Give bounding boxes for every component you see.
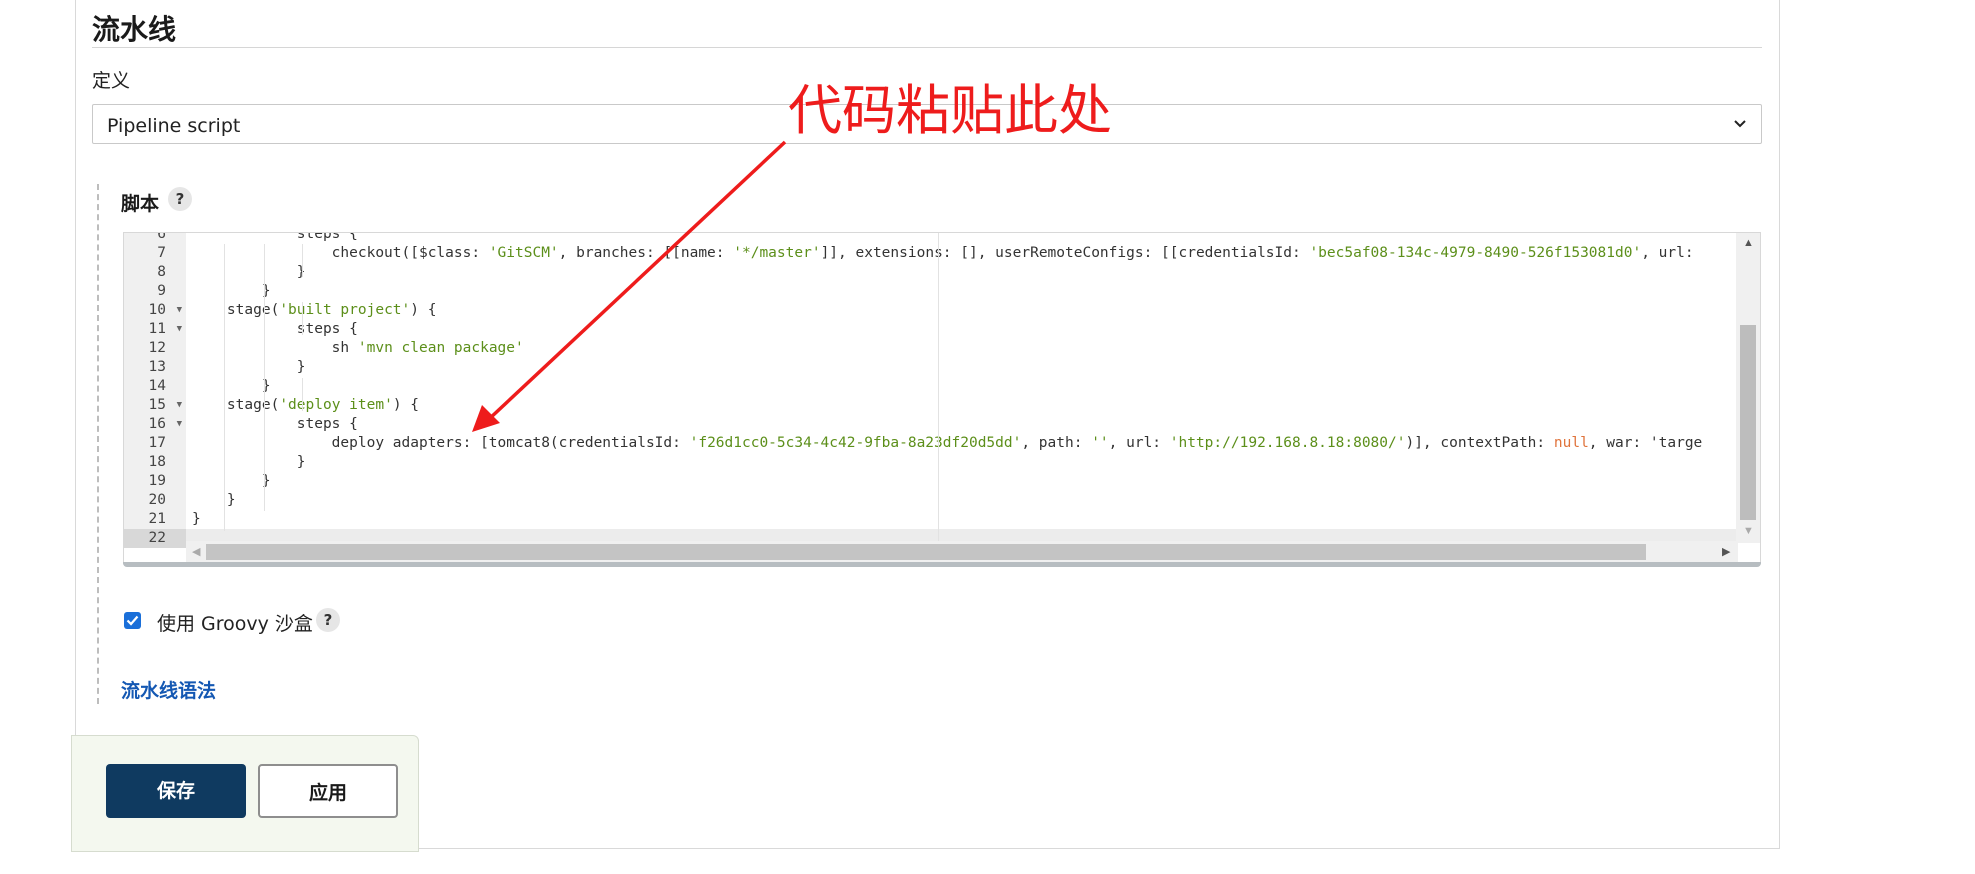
annotation-arrow-icon: [472, 140, 787, 432]
